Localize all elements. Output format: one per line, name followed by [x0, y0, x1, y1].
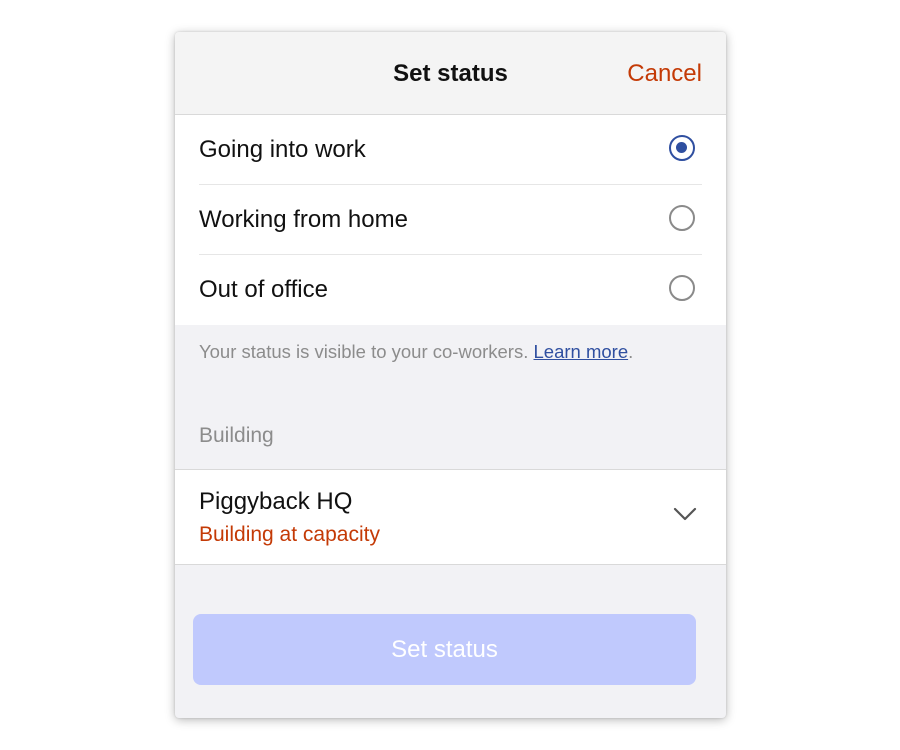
learn-more-link[interactable]: Learn more — [534, 341, 629, 362]
helper-text: Your status is visible to your co-worker… — [199, 341, 534, 362]
building-section-label: Building — [199, 424, 274, 447]
status-option-going-into-work[interactable]: Going into work — [199, 115, 726, 185]
status-option-label: Working from home — [199, 206, 408, 233]
chevron-down-icon — [673, 507, 697, 521]
status-option-out-of-office[interactable]: Out of office — [199, 255, 726, 325]
building-name: Piggyback HQ — [199, 488, 353, 515]
set-status-button[interactable]: Set status — [193, 614, 696, 685]
visibility-helper-text: Your status is visible to your co-worker… — [199, 341, 633, 363]
status-option-label: Going into work — [199, 136, 366, 163]
dialog-header: Set status Cancel — [175, 32, 726, 115]
status-options-list: Going into work Working from home Out of… — [175, 115, 726, 325]
cancel-button[interactable]: Cancel — [627, 60, 702, 88]
status-option-working-from-home[interactable]: Working from home — [199, 185, 726, 255]
building-select[interactable]: Piggyback HQ Building at capacity — [175, 469, 726, 565]
status-option-label: Out of office — [199, 276, 328, 303]
radio-selected-icon[interactable] — [669, 135, 695, 161]
radio-unselected-icon[interactable] — [669, 275, 695, 301]
building-capacity-status: Building at capacity — [199, 523, 380, 546]
set-status-dialog: Set status Cancel Going into work Workin… — [175, 32, 726, 718]
radio-unselected-icon[interactable] — [669, 205, 695, 231]
helper-suffix: . — [628, 341, 634, 362]
